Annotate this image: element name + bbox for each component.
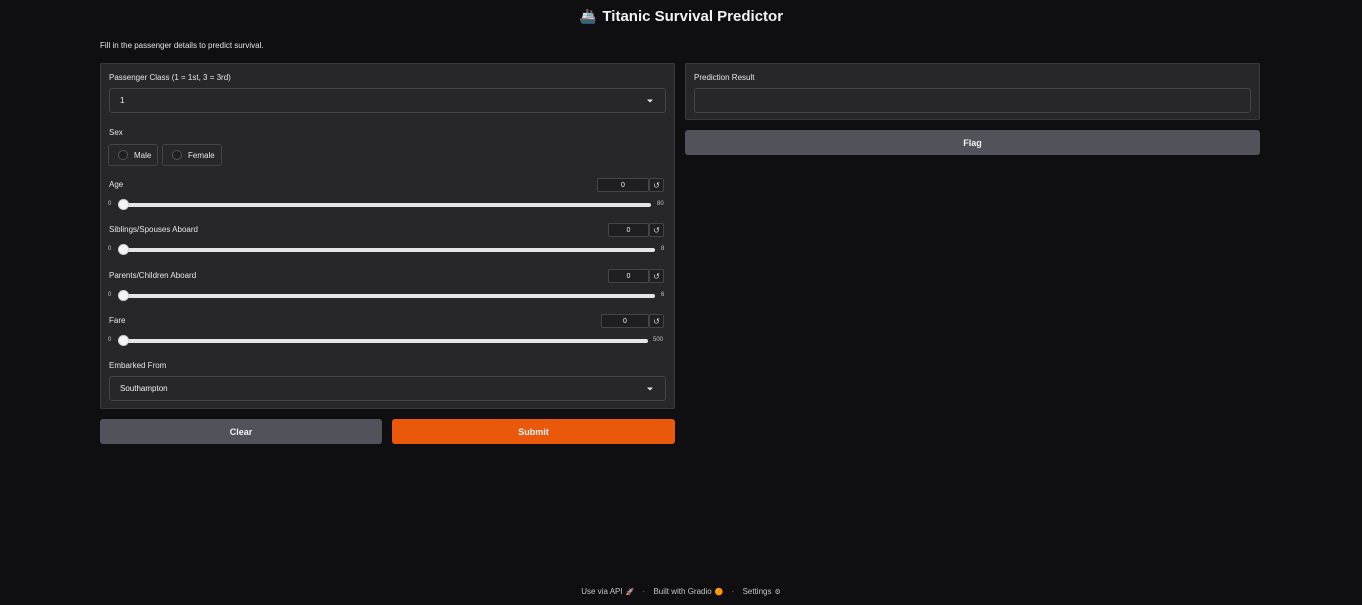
sibsp-slider-track[interactable] (119, 248, 655, 252)
prediction-output[interactable] (694, 88, 1251, 113)
sex-option-male[interactable]: Male (108, 144, 158, 166)
use-via-api-link[interactable]: Use via API 🚀 (581, 587, 634, 596)
fare-label: Fare (109, 316, 126, 325)
embarked-value: Southampton (120, 384, 168, 393)
footer: Use via API 🚀 · Built with Gradio 🟠 · Sett… (0, 587, 1362, 596)
pclass-label: Passenger Class (1 = 1st, 3 = 3rd) (109, 73, 231, 82)
rocket-icon: 🚀 (625, 589, 635, 596)
gradio-link-text: Built with Gradio (653, 587, 712, 596)
fare-min: 0 (108, 337, 112, 343)
fare-number-input[interactable]: 0 (601, 314, 649, 328)
settings-link-text: Settings (742, 587, 772, 596)
clear-button[interactable]: Clear (100, 419, 382, 444)
sex-option-label: Male (134, 150, 152, 160)
age-reset-icon[interactable]: ↺ (649, 178, 664, 192)
sibsp-slider-thumb[interactable] (118, 244, 129, 255)
api-link-text: Use via API (581, 587, 623, 596)
gradio-logo-icon: 🟠 (714, 589, 724, 596)
radio-icon (172, 150, 182, 160)
page-title-text: Titanic Survival Predictor (602, 8, 784, 25)
pclass-value: 1 (120, 96, 125, 105)
sibsp-reset-icon[interactable]: ↺ (649, 223, 664, 237)
built-with-gradio-link[interactable]: Built with Gradio 🟠 (653, 587, 723, 596)
pclass-dropdown[interactable]: 1 (109, 88, 666, 113)
fare-reset-icon[interactable]: ↺ (649, 314, 664, 328)
sex-option-label: Female (188, 150, 215, 160)
submit-button[interactable]: Submit (392, 419, 675, 444)
embarked-dropdown[interactable]: Southampton (109, 376, 666, 401)
fare-slider-thumb[interactable] (118, 335, 129, 346)
sibsp-min: 0 (108, 246, 112, 252)
age-label: Age (109, 180, 124, 189)
parch-label: Parents/Children Aboard (109, 271, 197, 280)
footer-separator: · (642, 587, 646, 596)
age-max: 80 (657, 201, 664, 207)
parch-slider-thumb[interactable] (118, 290, 129, 301)
input-panel: Passenger Class (1 = 1st, 3 = 3rd) 1 Sex… (100, 63, 675, 409)
sex-label: Sex (109, 128, 123, 137)
parch-max: 6 (661, 292, 665, 298)
radio-icon (118, 150, 128, 160)
sibsp-number-input[interactable]: 0 (608, 223, 649, 237)
sibsp-max: 8 (661, 246, 665, 252)
flag-button[interactable]: Flag (685, 130, 1260, 155)
page-title: 🚢 Titanic Survival Predictor (0, 8, 1362, 25)
sibsp-label: Siblings/Spouses Aboard (109, 225, 198, 234)
settings-link[interactable]: Settings ⚙ (743, 587, 781, 596)
fare-slider-track[interactable] (119, 339, 648, 343)
sex-option-female[interactable]: Female (162, 144, 222, 166)
prediction-label: Prediction Result (694, 73, 755, 82)
age-slider-track[interactable] (119, 203, 651, 207)
parch-reset-icon[interactable]: ↺ (649, 269, 664, 283)
age-slider-thumb[interactable] (118, 199, 129, 210)
chevron-down-icon (647, 99, 653, 102)
fare-max: 500 (653, 337, 664, 343)
gear-icon: ⚙ (774, 589, 781, 596)
chevron-down-icon (647, 387, 653, 390)
age-number-input[interactable]: 0 (597, 178, 649, 192)
page-description: Fill in the passenger details to predict… (100, 41, 264, 50)
parch-number-input[interactable]: 0 (608, 269, 649, 283)
age-min: 0 (108, 201, 112, 207)
parch-slider-track[interactable] (119, 294, 655, 298)
footer-separator: · (731, 587, 735, 596)
ship-icon: 🚢 (578, 8, 597, 24)
embarked-label: Embarked From (109, 361, 167, 370)
parch-min: 0 (108, 292, 112, 298)
output-panel: Prediction Result (685, 63, 1260, 120)
